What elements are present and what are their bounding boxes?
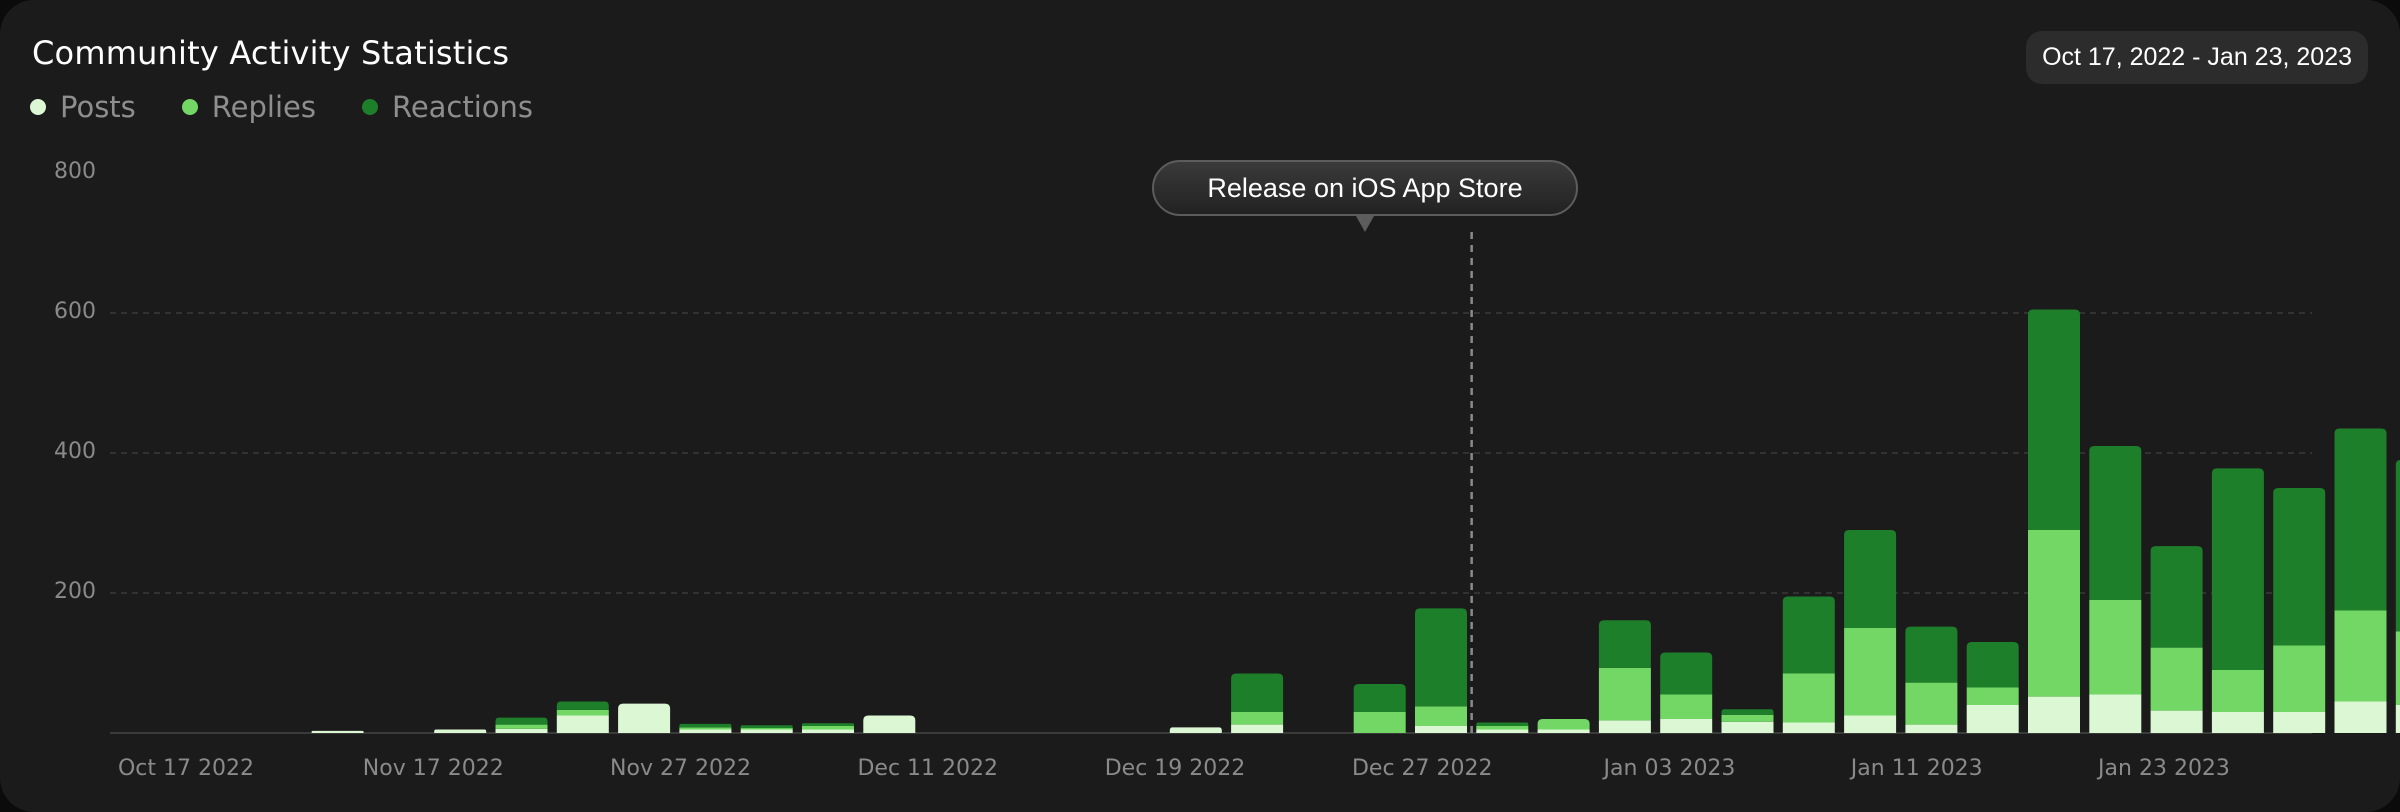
bar-replies[interactable] (2089, 600, 2142, 695)
bar-reactions[interactable] (1415, 608, 1467, 707)
bar-reactions[interactable] (495, 717, 548, 725)
bar-replies[interactable] (1721, 714, 1774, 722)
y-tick-label: 400 (54, 439, 96, 464)
bar-reactions[interactable] (2395, 460, 2400, 632)
annotation-label: Release on iOS App Store (1207, 172, 1523, 203)
bar-replies[interactable] (2211, 670, 2264, 712)
bar-posts[interactable] (618, 703, 671, 733)
bar-replies[interactable] (495, 724, 548, 729)
x-tick-label: Dec 27 2022 (1352, 756, 1493, 781)
bar-replies[interactable] (2334, 610, 2387, 702)
bar-posts[interactable] (2395, 705, 2400, 733)
bar-posts[interactable] (1537, 729, 1590, 734)
bar-reactions[interactable] (802, 723, 854, 726)
bar-posts[interactable] (1476, 729, 1529, 734)
bar-reactions[interactable] (2089, 446, 2142, 600)
bar-replies[interactable] (1905, 682, 1958, 725)
bar-replies[interactable] (2150, 647, 2203, 711)
bar-reactions[interactable] (2273, 488, 2326, 646)
bar-posts[interactable] (2211, 712, 2264, 733)
bar-reactions[interactable] (679, 723, 732, 728)
bar-replies[interactable] (2273, 645, 2326, 713)
y-tick-label: 200 (54, 579, 96, 604)
x-tick-label: Jan 23 2023 (2096, 756, 2230, 781)
x-tick-label: Dec 19 2022 (1105, 756, 1246, 781)
bar-replies[interactable] (2395, 631, 2400, 706)
bar-posts[interactable] (1966, 705, 2019, 733)
bar-reactions[interactable] (1476, 722, 1529, 727)
bar-replies[interactable] (2028, 530, 2080, 697)
bar-posts[interactable] (495, 728, 548, 733)
bar-posts[interactable] (802, 729, 854, 734)
bar-reactions[interactable] (2028, 309, 2080, 531)
bar-replies[interactable] (1415, 706, 1467, 726)
bar-replies[interactable] (1231, 712, 1284, 725)
bar-reactions[interactable] (2211, 468, 2264, 670)
bar-reactions[interactable] (1721, 709, 1774, 715)
bar-posts[interactable] (1844, 715, 1897, 734)
bar-replies[interactable] (1537, 719, 1590, 730)
bar-posts[interactable] (1721, 721, 1774, 733)
bar-posts[interactable] (556, 715, 609, 734)
bar-posts[interactable] (1598, 720, 1651, 733)
bar-replies[interactable] (1660, 694, 1713, 720)
x-tick-label: Dec 11 2022 (857, 756, 998, 781)
bar-reactions[interactable] (1966, 642, 2019, 688)
bar-posts[interactable] (1169, 727, 1222, 733)
bar-posts[interactable] (2334, 701, 2387, 734)
bar-reactions[interactable] (1231, 673, 1284, 713)
bar-replies[interactable] (1476, 726, 1529, 730)
bar-reactions[interactable] (1598, 620, 1651, 668)
bar-posts[interactable] (434, 729, 487, 734)
bar-posts[interactable] (679, 729, 732, 734)
bar-replies[interactable] (1353, 712, 1406, 733)
bar-posts[interactable] (2150, 710, 2203, 733)
x-tick-label: Nov 17 2022 (363, 756, 504, 781)
bar-posts[interactable] (1231, 724, 1284, 733)
bars-layer (311, 309, 2400, 734)
bar-reactions[interactable] (1905, 626, 1958, 683)
bar-reactions[interactable] (1782, 596, 1835, 674)
x-axis: Oct 17 2022 Nov 17 2022 Nov 27 2022 Dec 11 … (118, 756, 2230, 781)
bar-replies[interactable] (740, 728, 793, 730)
bar-replies[interactable] (1782, 673, 1835, 723)
bar-posts[interactable] (740, 729, 793, 734)
annotation-callout[interactable]: Release on iOS App Store (1152, 160, 1578, 216)
bar-posts[interactable] (1782, 722, 1835, 734)
y-tick-label: 800 (54, 159, 96, 184)
chart-card: Community Activity Statistics Posts Repl… (0, 0, 2400, 812)
bar-reactions[interactable] (2150, 546, 2203, 648)
bar-posts[interactable] (1905, 724, 1958, 733)
y-axis: 200 400 600 800 (54, 159, 96, 604)
bar-replies[interactable] (679, 727, 732, 730)
bar-replies[interactable] (1966, 687, 2019, 706)
bar-posts[interactable] (2273, 712, 2326, 733)
bar-reactions[interactable] (2334, 428, 2387, 611)
annotation-pointer (1356, 216, 1374, 232)
bar-reactions[interactable] (1844, 530, 1897, 628)
x-tick-label: Jan 03 2023 (1602, 756, 1736, 781)
bar-reactions[interactable] (1660, 652, 1713, 695)
bar-posts[interactable] (2089, 694, 2142, 734)
bar-replies[interactable] (1844, 628, 1897, 716)
bar-replies[interactable] (1598, 667, 1651, 721)
y-tick-label: 600 (54, 299, 96, 324)
bar-reactions[interactable] (740, 725, 793, 729)
bar-posts[interactable] (2028, 696, 2080, 733)
x-tick-label: Oct 17 2022 (118, 756, 254, 781)
x-tick-label: Nov 27 2022 (610, 756, 751, 781)
bar-replies[interactable] (556, 709, 609, 716)
bar-posts[interactable] (311, 730, 364, 733)
bar-posts[interactable] (863, 715, 916, 734)
stacked-bar-chart: 200 400 600 800 Oct 17 2022 Nov 17 2022 Nov 2… (54, 159, 2400, 781)
bar-replies[interactable] (802, 726, 854, 730)
bar-posts[interactable] (1415, 726, 1467, 733)
bar-reactions[interactable] (1353, 684, 1406, 712)
x-tick-label: Jan 11 2023 (1849, 756, 1983, 781)
bar-reactions[interactable] (556, 701, 609, 710)
bar-posts[interactable] (1660, 719, 1713, 733)
